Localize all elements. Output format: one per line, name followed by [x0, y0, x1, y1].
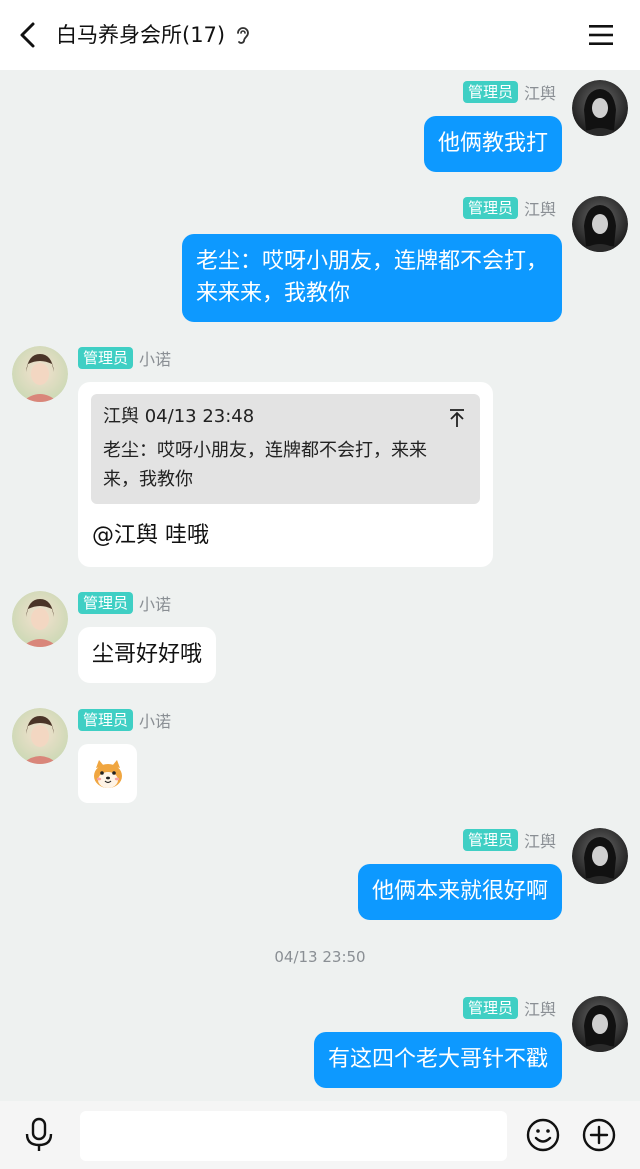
message-row: 管理员 小诺 尘哥好好哦: [0, 589, 640, 689]
avatar[interactable]: [12, 708, 68, 764]
message-row: 管理员 江舆 他俩本来就很好啊: [0, 826, 640, 926]
admin-badge: 管理员: [78, 709, 134, 731]
ear-icon: [237, 27, 249, 44]
group-title[interactable]: 白马养身会所(17): [56, 20, 225, 50]
message-line: 来来来，我教你: [195, 281, 350, 306]
avatar[interactable]: [572, 80, 628, 136]
avatar[interactable]: [572, 828, 628, 884]
chevron-left-icon[interactable]: [12, 18, 46, 52]
quoted-text: 老尘：哎呀小朋友，连牌都不会打，来来 来，我教你: [103, 436, 468, 494]
admin-badge: 管理员: [462, 997, 518, 1019]
admin-badge: 管理员: [462, 197, 518, 219]
sender-name[interactable]: 小诺: [139, 708, 171, 732]
quoted-line: 老尘：哎呀小朋友，连牌都不会打，来来: [103, 440, 427, 461]
message-meta: 管理员 江舆: [462, 828, 556, 852]
message-input[interactable]: [80, 1111, 507, 1161]
emoji-icon[interactable]: [525, 1117, 561, 1153]
message-bubble[interactable]: 他俩教我打: [423, 116, 562, 172]
sender-name[interactable]: 小诺: [139, 346, 171, 370]
microphone-icon[interactable]: [22, 1117, 56, 1153]
avatar[interactable]: [12, 346, 68, 402]
top-bar: 白马养身会所(17): [0, 0, 640, 70]
avatar[interactable]: [572, 996, 628, 1052]
message-meta: 管理员 江舆: [462, 996, 556, 1020]
admin-badge: 管理员: [78, 592, 134, 614]
message-meta: 管理员 江舆: [462, 196, 556, 220]
admin-badge: 管理员: [462, 81, 518, 103]
message-meta: 管理员 小诺: [78, 591, 171, 615]
admin-badge: 管理员: [78, 347, 134, 369]
message-row: 管理员 江舆 老尘：哎呀小朋友，连牌都不会打， 来来来，我教你: [0, 196, 640, 326]
reply-text: @江舆 哇哦: [92, 523, 209, 548]
message-meta: 管理员 小诺: [78, 346, 171, 370]
avatar[interactable]: [572, 196, 628, 252]
avatar[interactable]: [12, 591, 68, 647]
message-row: 管理员 江舆 他俩教我打: [0, 78, 640, 178]
message-bubble[interactable]: 尘哥好好哦: [78, 627, 217, 683]
sticker-bubble[interactable]: [78, 744, 137, 803]
message-meta: 管理员 江舆: [462, 80, 556, 104]
sender-name[interactable]: 江舆: [524, 996, 556, 1020]
admin-badge: 管理员: [462, 829, 518, 851]
time-separator: 04/13 23:50: [274, 948, 366, 966]
quoted-line: 来，我教你: [103, 469, 193, 490]
shiba-dog-sticker-icon: [93, 759, 122, 788]
sender-name[interactable]: 小诺: [139, 591, 171, 615]
quoted-message[interactable]: 江舆 04/13 23:48 老尘：哎呀小朋友，连牌都不会打，来来 来，我教你: [91, 394, 480, 504]
sender-name[interactable]: 江舆: [524, 80, 556, 104]
message-bubble[interactable]: 他俩本来就很好啊: [357, 864, 562, 920]
message-bubble[interactable]: 有这四个老大哥针不戳: [313, 1032, 562, 1088]
message-bubble[interactable]: 老尘：哎呀小朋友，连牌都不会打， 来来来，我教你: [181, 234, 562, 322]
message-line: 老尘：哎呀小朋友，连牌都不会打，: [195, 249, 548, 274]
message-row: 管理员 小诺 江舆 04/13 23:48 老尘：哎呀小朋友，连牌都不会打，来来…: [0, 344, 640, 574]
message-row: 管理员 小诺: [0, 706, 640, 806]
quote-reply-bubble[interactable]: 江舆 04/13 23:48 老尘：哎呀小朋友，连牌都不会打，来来 来，我教你 …: [78, 382, 493, 567]
plus-circle-icon[interactable]: [581, 1117, 617, 1153]
quoted-author-time: 江舆 04/13 23:48: [103, 406, 255, 427]
input-bar: [0, 1101, 640, 1169]
message-row: 管理员 江舆 有这四个老大哥针不戳: [0, 994, 640, 1094]
sender-name[interactable]: 江舆: [524, 196, 556, 220]
jump-to-original-icon[interactable]: [448, 408, 466, 428]
hamburger-menu-icon[interactable]: [586, 20, 616, 50]
message-meta: 管理员 小诺: [78, 708, 171, 732]
sender-name[interactable]: 江舆: [524, 828, 556, 852]
